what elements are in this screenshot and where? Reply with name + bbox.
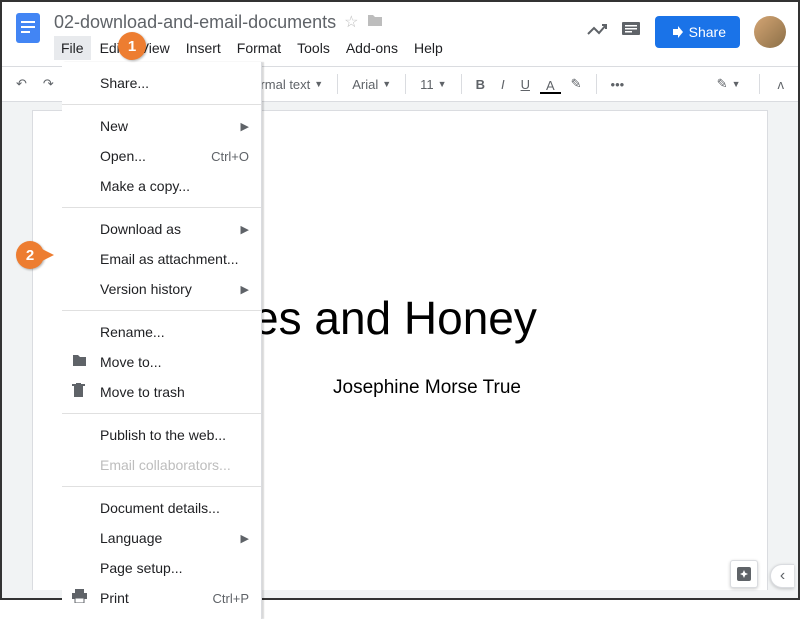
menu-file[interactable]: File (54, 36, 91, 60)
menu-document-details[interactable]: Document details... (62, 493, 261, 523)
callout-1: 1 (118, 32, 146, 60)
font-size-select[interactable]: 11▼ (414, 73, 452, 96)
comment-icon[interactable] (621, 21, 641, 44)
page-subtitle-text: Josephine Morse True (333, 377, 747, 399)
menu-tools[interactable]: Tools (290, 36, 337, 60)
text-color-button[interactable]: A (540, 75, 561, 94)
menu-print[interactable]: PrintCtrl+P (62, 583, 261, 613)
undo-button[interactable]: ↶ (10, 72, 33, 96)
menu-help[interactable]: Help (407, 36, 450, 60)
callout-2: 2 (16, 241, 44, 269)
folder-icon[interactable] (367, 13, 383, 32)
menu-new[interactable]: New▶ (62, 111, 261, 141)
more-button[interactable]: ••• (605, 73, 631, 96)
folder-icon (72, 354, 87, 371)
collapse-toolbar-button[interactable]: ʌ (772, 73, 791, 96)
avatar[interactable] (754, 16, 786, 48)
menu-language[interactable]: Language▶ (62, 523, 261, 553)
menu-publish[interactable]: Publish to the web... (62, 420, 261, 450)
side-panel-toggle[interactable]: ‹ (770, 564, 794, 588)
page-title-text: es and Honey (253, 291, 747, 345)
menu-move-to-trash[interactable]: Move to trash (62, 377, 261, 407)
share-label: Share (689, 24, 726, 40)
menu-move-to[interactable]: Move to... (62, 347, 261, 377)
activity-icon[interactable] (587, 22, 607, 43)
menu-download-as[interactable]: Download as▶ (62, 214, 261, 244)
menu-insert[interactable]: Insert (179, 36, 228, 60)
file-menu-dropdown: Share... New▶ Open...Ctrl+O Make a copy.… (62, 62, 262, 619)
explore-button[interactable] (730, 560, 758, 588)
highlight-button[interactable]: ✎ (565, 72, 588, 96)
menu-page-setup[interactable]: Page setup... (62, 553, 261, 583)
font-select[interactable]: Arial▼ (346, 73, 397, 96)
menu-format[interactable]: Format (230, 36, 288, 60)
bold-button[interactable]: B (470, 73, 491, 96)
menu-email-collaborators: Email collaborators... (62, 450, 261, 480)
italic-button[interactable]: I (495, 73, 511, 96)
menu-addons[interactable]: Add-ons (339, 36, 405, 60)
share-button[interactable]: Share (655, 16, 740, 48)
underline-button[interactable]: U (515, 73, 536, 96)
menu-share[interactable]: Share... (62, 68, 261, 98)
editing-mode-select[interactable]: ✎▼ (711, 72, 747, 96)
print-icon (72, 589, 87, 607)
star-icon[interactable]: ☆ (344, 12, 358, 32)
trash-icon (72, 383, 85, 402)
redo-button[interactable]: ↷ (37, 72, 60, 96)
menu-rename[interactable]: Rename... (62, 317, 261, 347)
document-title[interactable]: 02-download-and-email-documents (54, 12, 336, 33)
menu-version-history[interactable]: Version history▶ (62, 274, 261, 304)
menu-email-attachment[interactable]: Email as attachment... (62, 244, 261, 274)
docs-logo-icon[interactable] (10, 10, 46, 58)
menu-make-copy[interactable]: Make a copy... (62, 171, 261, 201)
menu-open[interactable]: Open...Ctrl+O (62, 141, 261, 171)
